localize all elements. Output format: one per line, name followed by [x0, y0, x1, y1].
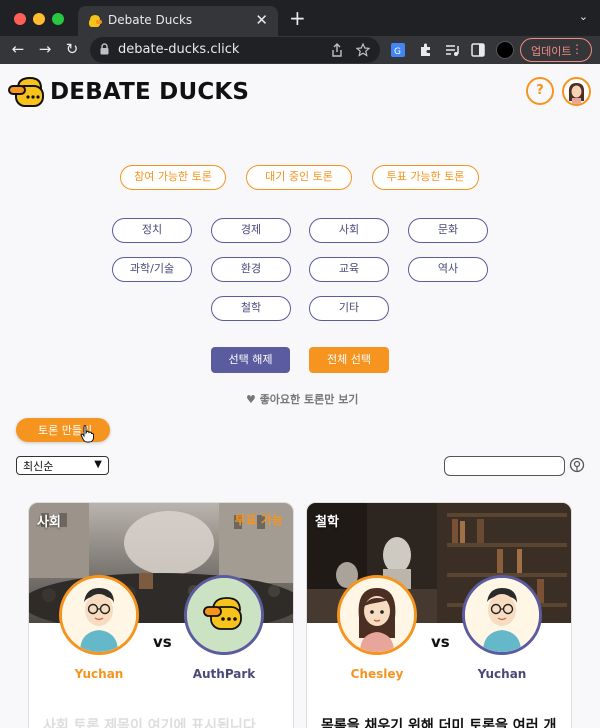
tab-close-icon[interactable]: ✕: [255, 11, 268, 29]
browser-tab-bar: Debate Ducks ✕ + ⌄: [0, 0, 600, 36]
tab-search-icon[interactable]: ⌄: [579, 10, 588, 23]
category-environment[interactable]: 환경: [211, 257, 291, 282]
update-label: 업데이트: [531, 45, 572, 58]
user-avatar-icon: [568, 83, 585, 104]
category-science-tech[interactable]: 과학/기술: [112, 257, 192, 282]
vs-label: vs: [153, 633, 172, 651]
filter-joinable[interactable]: 참여 가능한 토론: [120, 165, 226, 190]
duck-avatar-icon: [187, 578, 261, 652]
card-category: 사회: [37, 515, 61, 530]
media-control-icon[interactable]: [444, 42, 460, 58]
search-icon[interactable]: [569, 457, 585, 475]
category-education[interactable]: 교육: [309, 257, 389, 282]
side-panel-icon[interactable]: [470, 42, 486, 58]
debater-left-avatar[interactable]: [337, 575, 417, 655]
clear-selection-button[interactable]: 선택 해제: [211, 347, 290, 373]
category-philosophy[interactable]: 철학: [211, 296, 291, 321]
category-culture[interactable]: 문화: [408, 218, 488, 243]
minimize-window-button[interactable]: [33, 13, 45, 25]
category-society[interactable]: 사회: [309, 218, 389, 243]
extensions-puzzle-icon[interactable]: [418, 42, 434, 58]
close-window-button[interactable]: [14, 13, 26, 25]
back-button[interactable]: ←: [8, 40, 28, 58]
card-status-badge: 투표 가능: [234, 513, 283, 527]
maximize-window-button[interactable]: [52, 13, 64, 25]
duck-favicon-icon: [89, 15, 102, 27]
debater-left-name: Yuchan: [74, 667, 124, 681]
forward-button[interactable]: →: [35, 40, 55, 58]
duck-logo-icon[interactable]: [8, 76, 44, 108]
bookmark-star-icon[interactable]: [356, 43, 370, 57]
dropdown-arrow-icon: ▼: [94, 459, 102, 470]
help-button[interactable]: ?: [526, 77, 554, 105]
translate-extension-icon[interactable]: G: [390, 42, 406, 58]
category-politics[interactable]: 정치: [112, 218, 192, 243]
boy-avatar-icon: [62, 578, 136, 652]
url-text: debate-ducks.click: [118, 42, 240, 57]
debater-right-name: AuthPark: [192, 667, 256, 681]
category-etc[interactable]: 기타: [309, 296, 389, 321]
girl-avatar-icon: [340, 578, 414, 652]
tab-title: Debate Ducks: [108, 13, 193, 27]
browser-tab[interactable]: Debate Ducks ✕: [78, 6, 278, 36]
liked-only-toggle[interactable]: ♥ 좋아요한 토론만 보기: [246, 391, 358, 407]
update-button[interactable]: 업데이트 ⋮: [520, 38, 592, 62]
select-all-button[interactable]: 전체 선택: [309, 347, 389, 373]
category-economy[interactable]: 경제: [211, 218, 291, 243]
new-tab-button[interactable]: +: [289, 6, 306, 30]
card-category: 철학: [315, 515, 339, 530]
debate-card[interactable]: 철학 vs Chesley Yuchan 목록을 채우기 위해 더미 토론을 여…: [306, 502, 572, 728]
sort-selected-value: 최신순: [23, 460, 54, 473]
address-bar[interactable]: debate-ducks.click: [90, 37, 380, 63]
debater-right-avatar[interactable]: [184, 575, 264, 655]
filter-waiting[interactable]: 대기 중인 토론: [246, 165, 352, 190]
card-title: 사회 토론 제목이 여기에 표시됩니다: [43, 718, 256, 728]
lock-icon: [100, 43, 109, 55]
svg-text:G: G: [394, 47, 401, 57]
browser-menu-icon[interactable]: ⋮: [571, 42, 583, 56]
user-avatar-button[interactable]: [562, 77, 591, 106]
share-icon[interactable]: [330, 43, 344, 57]
boy-avatar-icon: [465, 578, 539, 652]
debater-right-avatar[interactable]: [462, 575, 542, 655]
sort-select[interactable]: 최신순 ▼: [16, 456, 109, 475]
browser-toolbar: ← → ↻ debate-ducks.click G 업데이트 ⋮: [0, 36, 600, 64]
profile-avatar[interactable]: [496, 41, 514, 59]
hand-cursor-icon: [80, 425, 94, 443]
debater-right-name: Yuchan: [477, 667, 527, 681]
debater-left-avatar[interactable]: [59, 575, 139, 655]
page-content: DEBATE DUCKS ? 참여 가능한 토론 대기 중인 토론 투표 가능한…: [0, 64, 600, 728]
search-input[interactable]: [444, 456, 565, 476]
debate-card[interactable]: 사회 투표 가능 vs Yuchan AuthPark 사회 토론 제목이 여기…: [28, 502, 294, 728]
card-title: 목록을 채우기 위해 더미 토론을 여러 개: [321, 718, 557, 728]
reload-button[interactable]: ↻: [62, 40, 82, 58]
category-history[interactable]: 역사: [408, 257, 488, 282]
site-title[interactable]: DEBATE DUCKS: [50, 79, 249, 105]
vs-label: vs: [431, 633, 450, 651]
filter-votable[interactable]: 투표 가능한 토론: [372, 165, 479, 190]
debater-left-name: Chesley: [350, 667, 404, 681]
create-debate-button[interactable]: 토론 만들기: [16, 418, 110, 442]
